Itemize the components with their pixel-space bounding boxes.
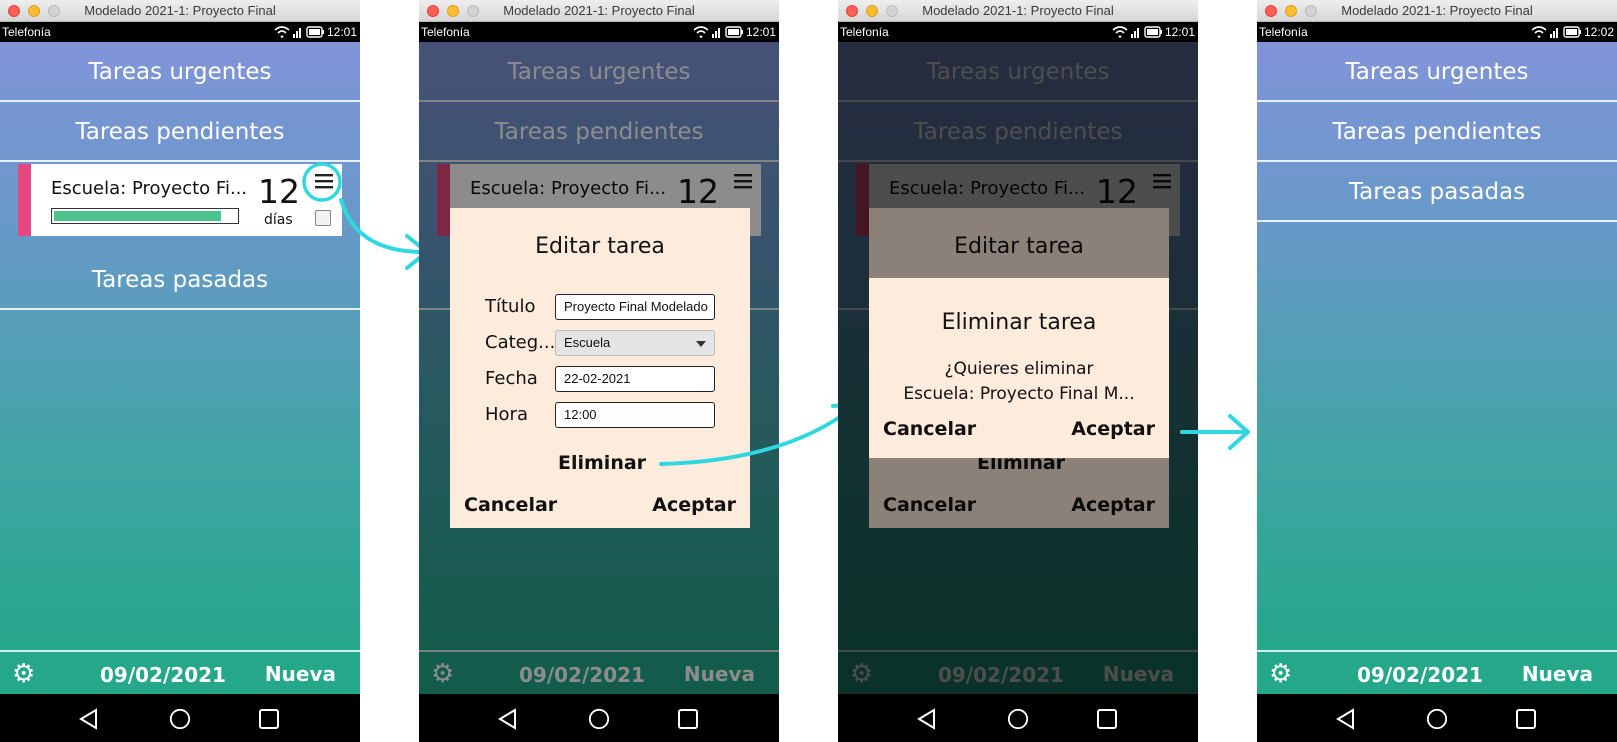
new-task-button[interactable]: Nueva [1522,662,1593,686]
accept-button[interactable]: Aceptar [652,494,736,516]
phone-screen-1: Modelado 2021-1: Proyecto Final Telefoní… [0,0,360,742]
section-past-tasks[interactable]: Tareas pasadas [0,250,360,310]
status-bar: Telefonía 12:01 [0,22,360,42]
current-date: 09/02/2021 [1357,663,1483,687]
window-title: Modelado 2021-1: Proyecto Final [1341,3,1533,18]
recents-square-icon[interactable] [1096,708,1118,730]
delete-dialog-title: Eliminar tarea [941,310,1097,335]
category-select-value: Escuela [564,335,611,350]
android-nav-bar [419,694,779,742]
window-titlebar: Modelado 2021-1: Proyecto Final [1257,0,1617,22]
time-label: Hora [485,404,528,425]
section-pending-tasks[interactable]: Tareas pendientes [0,102,360,162]
status-clock: 12:01 [1164,25,1195,39]
delete-task-button[interactable]: Eliminar [558,452,646,474]
status-icons [693,25,745,42]
delete-confirm-dialog: Eliminar tarea ¿Quieres eliminar Escuela… [869,278,1169,458]
section-urgent-tasks[interactable]: Tareas urgentes [0,42,360,102]
back-triangle-icon[interactable] [916,708,938,730]
delete-question: ¿Quieres eliminar [944,359,1094,379]
category-label: Categ... [485,332,556,353]
phone-screen-2: Modelado 2021-1: Proyecto Final Telefoní… [419,0,779,742]
back-triangle-icon[interactable] [497,708,519,730]
section-urgent-tasks[interactable]: Tareas urgentes [1257,42,1617,102]
recents-square-icon[interactable] [677,708,699,730]
status-icons [274,25,326,42]
section-past-tasks[interactable]: Tareas pasadas [1257,162,1617,222]
status-bar: Telefonía 12:01 [419,22,779,42]
task-card[interactable]: Escuela: Proyecto Fi... 12 días [18,164,342,236]
progress-fill [54,211,221,221]
new-task-button[interactable]: Nueva [265,662,336,686]
flow-arrow-3 [1180,414,1250,450]
bottom-bar: ⚙ 09/02/2021 Nueva [0,650,360,694]
carrier-label: Telefonía [840,25,889,39]
phone-screen-4: Modelado 2021-1: Proyecto Final Telefoní… [1257,0,1617,742]
window-titlebar: Modelado 2021-1: Proyecto Final [0,0,360,22]
delete-task-name: Escuela: Proyecto Final M... [903,384,1135,404]
android-nav-bar [838,694,1198,742]
carrier-label: Telefonía [421,25,470,39]
window-title: Modelado 2021-1: Proyecto Final [84,3,276,18]
phone-screen-3: Modelado 2021-1: Proyecto Final Telefoní… [838,0,1198,742]
window-titlebar: Modelado 2021-1: Proyecto Final [838,0,1198,22]
date-field[interactable]: 22-02-2021 [555,366,715,392]
status-clock: 12:01 [326,25,357,39]
android-nav-bar [1257,694,1617,742]
android-nav-bar [0,694,360,742]
status-icons [1531,25,1583,42]
category-color-bar [18,164,31,236]
carrier-label: Telefonía [2,25,51,39]
status-clock: 12:01 [745,25,776,39]
carrier-label: Telefonía [1259,25,1308,39]
app-screen: Tareas urgentes Tareas pendientes Tareas… [1257,42,1617,650]
home-circle-icon[interactable] [1006,708,1030,730]
dropdown-arrow-icon [696,341,706,347]
cancel-button[interactable]: Cancelar [464,494,557,516]
cancel-delete-button[interactable]: Cancelar [883,418,976,440]
flow-arrow-2 [659,402,859,466]
back-triangle-icon[interactable] [1335,708,1357,730]
status-bar: Telefonía 12:02 [1257,22,1617,42]
task-done-checkbox[interactable] [315,210,331,226]
task-progress-bar [51,208,239,224]
category-select[interactable]: Escuela [555,330,715,356]
edit-task-dialog: Editar tarea Título Proyecto Final Model… [450,208,750,528]
home-circle-icon[interactable] [587,708,611,730]
window-title: Modelado 2021-1: Proyecto Final [922,3,1114,18]
accept-delete-button[interactable]: Aceptar [1071,418,1155,440]
app-screen: Tareas urgentes Tareas pendientes Tareas… [0,42,360,650]
title-field[interactable]: Proyecto Final Modelado [555,294,715,320]
home-circle-icon[interactable] [1425,708,1449,730]
back-triangle-icon[interactable] [78,708,100,730]
bottom-bar: ⚙ 09/02/2021 Nueva [1257,650,1617,694]
status-icons [1112,25,1164,42]
gear-icon[interactable]: ⚙ [1269,661,1292,687]
home-circle-icon[interactable] [168,708,192,730]
title-label: Título [485,296,536,317]
recents-square-icon[interactable] [258,708,280,730]
days-remaining-number: 12 [258,172,300,211]
days-label: días [264,212,293,228]
status-bar: Telefonía 12:01 [838,22,1198,42]
recents-square-icon[interactable] [1515,708,1537,730]
gear-icon[interactable]: ⚙ [12,661,35,687]
window-titlebar: Modelado 2021-1: Proyecto Final [419,0,779,22]
edit-dialog-title: Editar tarea [535,234,665,259]
window-title: Modelado 2021-1: Proyecto Final [503,3,695,18]
status-clock: 12:02 [1583,25,1614,39]
date-label: Fecha [485,368,538,389]
section-pending-tasks[interactable]: Tareas pendientes [1257,102,1617,162]
task-title: Escuela: Proyecto Fi... [51,178,248,199]
current-date: 09/02/2021 [100,663,226,687]
